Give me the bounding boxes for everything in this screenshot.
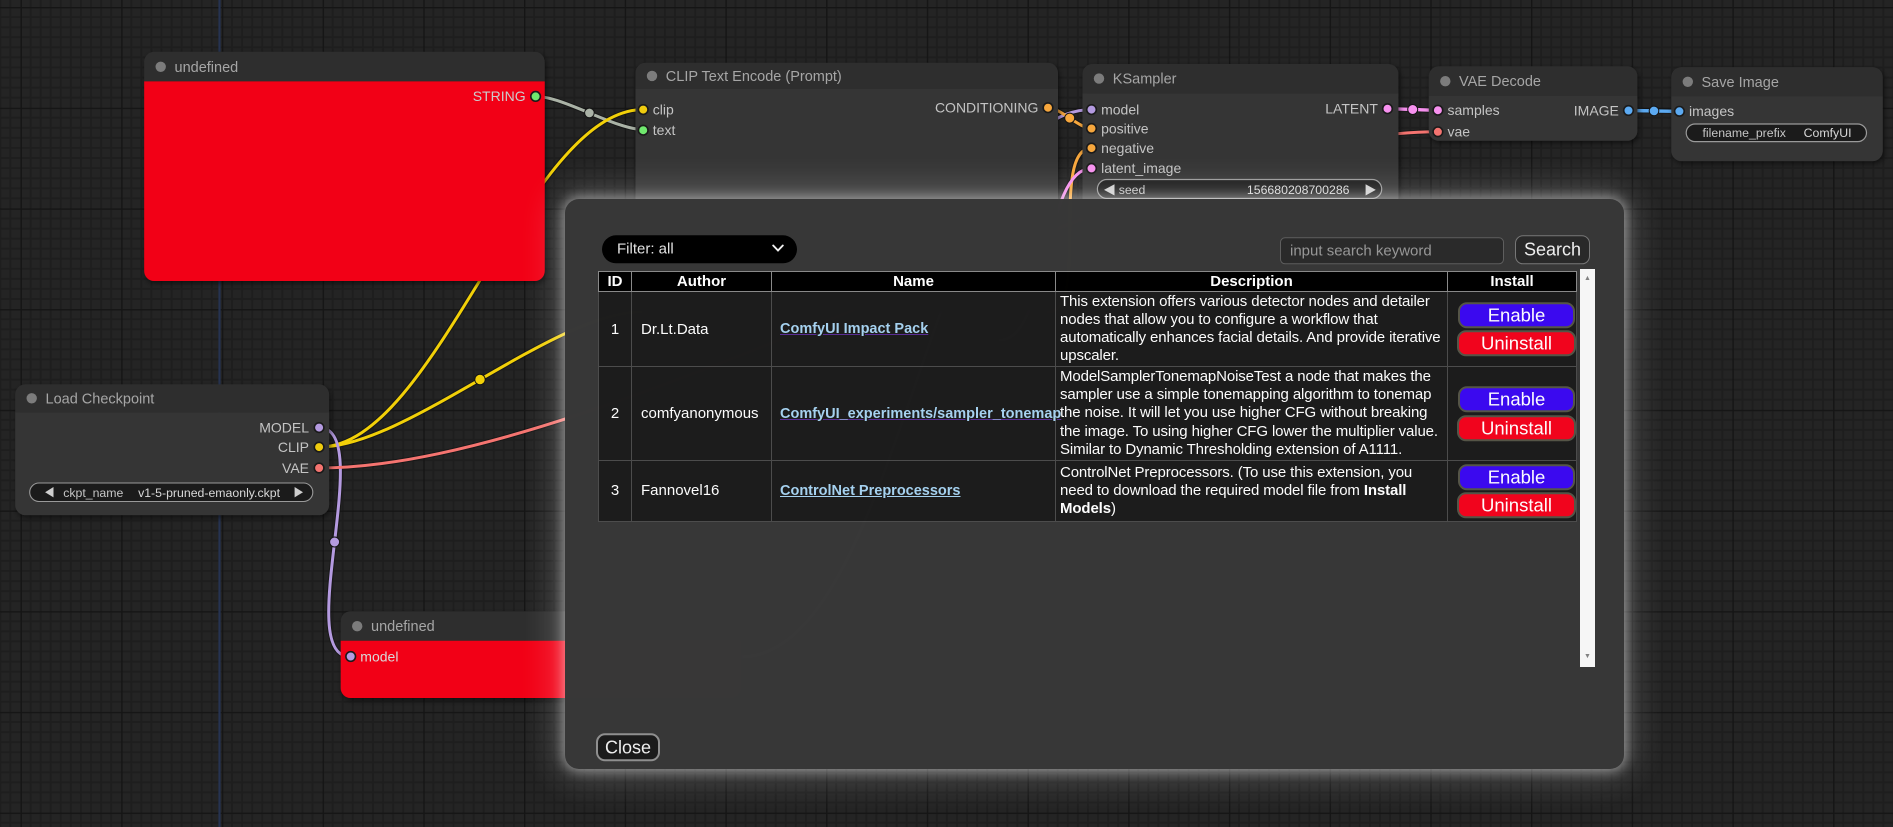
svg-text:STRING: STRING (473, 88, 526, 104)
svg-text:images: images (1689, 103, 1734, 119)
svg-text:MODEL: MODEL (259, 419, 309, 435)
svg-text:VAE Decode: VAE Decode (1459, 74, 1541, 90)
svg-text:Load Checkpoint: Load Checkpoint (46, 391, 155, 407)
svg-text:CONDITIONING: CONDITIONING (935, 100, 1038, 116)
svg-text:v1-5-pruned-emaonly.ckpt: v1-5-pruned-emaonly.ckpt (138, 486, 281, 500)
svg-text:latent_image: latent_image (1101, 160, 1181, 176)
svg-text:IMAGE: IMAGE (1574, 102, 1619, 118)
svg-text:seed: seed (1119, 183, 1146, 197)
svg-text:ckpt_name: ckpt_name (63, 486, 123, 500)
svg-text:text: text (653, 122, 676, 138)
svg-text:ComfyUI: ComfyUI (1804, 126, 1852, 140)
svg-text:vae: vae (1448, 124, 1471, 140)
svg-text:undefined: undefined (175, 60, 239, 76)
svg-text:model: model (1101, 101, 1139, 117)
svg-text:undefined: undefined (371, 619, 435, 635)
svg-text:LATENT: LATENT (1325, 101, 1378, 117)
svg-text:Save Image: Save Image (1702, 75, 1779, 91)
svg-text:samples: samples (1448, 102, 1500, 118)
svg-text:clip: clip (653, 101, 674, 117)
svg-text:negative: negative (1101, 140, 1154, 156)
svg-text:filename_prefix: filename_prefix (1703, 126, 1787, 140)
svg-text:model: model (360, 648, 398, 664)
svg-text:KSampler: KSampler (1113, 72, 1177, 88)
svg-text:VAE: VAE (282, 460, 309, 476)
svg-text:156680208700286: 156680208700286 (1247, 183, 1350, 197)
svg-text:CLIP Text Encode (Prompt): CLIP Text Encode (Prompt) (666, 69, 842, 85)
svg-text:positive: positive (1101, 120, 1149, 136)
svg-text:CLIP: CLIP (278, 439, 309, 455)
